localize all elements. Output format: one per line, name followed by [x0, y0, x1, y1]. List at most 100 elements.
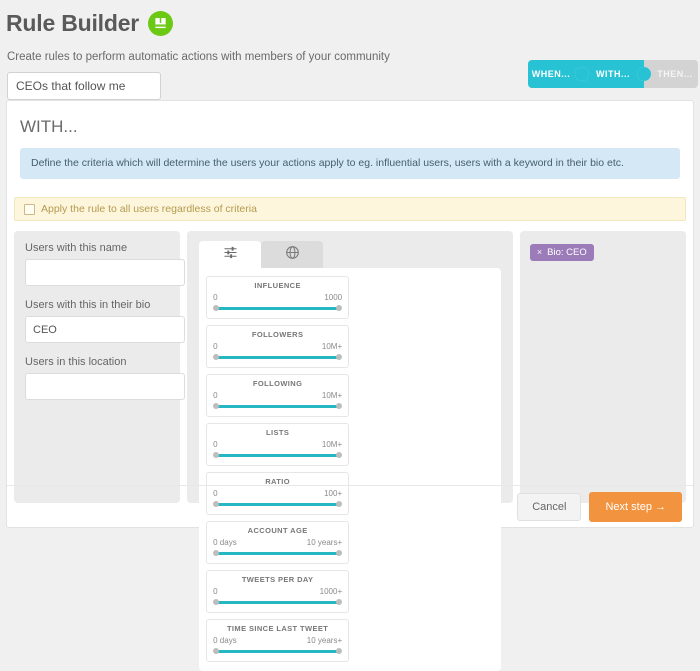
rule-name-input[interactable]: [7, 72, 161, 100]
slider-handle-max[interactable]: [336, 550, 343, 557]
section-title: WITH...: [20, 117, 78, 136]
slider-handle-max[interactable]: [336, 354, 343, 361]
users-name-input[interactable]: [25, 259, 186, 287]
slider-followers-min: 0: [213, 342, 218, 352]
slider-lists[interactable]: LISTS 0 10M+: [206, 423, 350, 467]
slider-following[interactable]: FOLLOWING 0 10M+: [206, 374, 350, 418]
slider-tweets-per-day-range: 0 1000+: [213, 587, 342, 596]
tab-sliders[interactable]: [199, 241, 262, 269]
slider-tweets-per-day-track[interactable]: [213, 598, 343, 606]
sliders-icon: [223, 245, 238, 265]
breadcrumb-step-then[interactable]: THEN...: [637, 60, 698, 88]
slider-followers-track[interactable]: [213, 353, 343, 361]
slider-account-age[interactable]: ACCOUNT AGE 0 days 10 years+: [206, 521, 350, 565]
slider-followers[interactable]: FOLLOWERS 0 10M+: [206, 325, 350, 369]
slider-handle-min[interactable]: [213, 599, 220, 606]
slider-followers-range: 0 10M+: [213, 342, 342, 351]
breadcrumb-step-then-label: THEN...: [657, 69, 693, 79]
users-location-label: Users in this location: [25, 356, 127, 369]
book-icon: [148, 10, 174, 36]
slider-influence-name: INFLUENCE: [254, 281, 301, 291]
metrics-tabs: [199, 241, 513, 269]
tab-location[interactable]: [261, 241, 324, 269]
slider-influence-min: 0: [213, 293, 218, 303]
slider-track-fill: [217, 453, 339, 457]
slider-account-age-name: ACCOUNT AGE: [247, 526, 308, 536]
users-bio-label: Users with this in their bio: [25, 299, 151, 312]
breadcrumb-step-with-label: WITH...: [596, 69, 630, 79]
card-footer: Cancel Next step →: [7, 485, 693, 527]
puzzle-knob-icon: [575, 67, 589, 81]
keyword-criteria-panel: Users with this name Users with this in …: [14, 231, 186, 504]
page-title: Rule Builder: [6, 9, 140, 36]
slider-track-fill: [217, 306, 339, 310]
slider-following-range: 0 10M+: [213, 391, 342, 400]
slider-grid: INFLUENCE 0 1000 FOLLOWERS 0 10M+ FOLLOW…: [199, 268, 501, 671]
slider-time-since-last-tweet-min: 0 days: [213, 636, 237, 646]
cancel-button[interactable]: Cancel: [517, 492, 582, 521]
slider-handle-min[interactable]: [213, 403, 220, 410]
users-location-input[interactable]: [25, 373, 186, 401]
slider-handle-max[interactable]: [336, 648, 343, 655]
slider-handle-min[interactable]: [213, 550, 220, 557]
breadcrumb-step-when[interactable]: WHEN...: [528, 60, 589, 88]
selected-criteria-panel: × Bio: CEO: [519, 231, 686, 504]
apply-all-label: Apply the rule to all users regardless o…: [41, 203, 257, 216]
slider-time-since-last-tweet-name: TIME SINCE LAST TWEET: [226, 624, 329, 634]
slider-handle-min[interactable]: [213, 305, 220, 312]
slider-handle-min[interactable]: [213, 452, 220, 459]
slider-account-age-range: 0 days 10 years+: [213, 538, 342, 547]
slider-account-age-max: 10 years+: [306, 538, 343, 548]
slider-lists-min: 0: [213, 440, 218, 450]
slider-influence-track[interactable]: [213, 304, 343, 312]
criteria-panels: Users with this name Users with this in …: [14, 231, 686, 671]
users-bio-input[interactable]: [25, 316, 186, 344]
users-name-label: Users with this name: [25, 242, 128, 255]
slider-followers-max: 10M+: [321, 342, 343, 352]
slider-time-since-last-tweet-range: 0 days 10 years+: [213, 636, 342, 645]
breadcrumb-step-with[interactable]: WITH...: [575, 60, 651, 88]
slider-time-since-last-tweet-track[interactable]: [213, 647, 343, 655]
slider-lists-max: 10M+: [321, 440, 343, 450]
slider-handle-max[interactable]: [336, 452, 343, 459]
slider-followers-name: FOLLOWERS: [251, 330, 304, 340]
slider-following-max: 10M+: [321, 391, 343, 401]
slider-influence-range: 0 1000: [213, 293, 342, 302]
slider-lists-range: 0 10M+: [213, 440, 342, 449]
apply-all-checkbox[interactable]: [24, 203, 35, 215]
slider-handle-min[interactable]: [213, 354, 220, 361]
slider-time-since-last-tweet[interactable]: TIME SINCE LAST TWEET 0 days 10 years+: [206, 619, 350, 663]
slider-time-since-last-tweet-max: 10 years+: [306, 636, 343, 646]
slider-following-track[interactable]: [213, 402, 343, 410]
slider-handle-max[interactable]: [336, 599, 343, 606]
slider-influence[interactable]: INFLUENCE 0 1000: [206, 276, 350, 320]
puzzle-knob-icon: [637, 67, 651, 81]
slider-lists-track[interactable]: [213, 451, 343, 459]
slider-handle-max[interactable]: [336, 305, 343, 312]
slider-handle-max[interactable]: [336, 403, 343, 410]
slider-tweets-per-day[interactable]: TWEETS PER DAY 0 1000+: [206, 570, 350, 614]
apply-all-banner[interactable]: Apply the rule to all users regardless o…: [14, 197, 686, 222]
slider-following-min: 0: [213, 391, 218, 401]
slider-track-fill: [217, 551, 339, 555]
slider-influence-max: 1000: [324, 293, 343, 303]
slider-track-fill: [217, 355, 339, 359]
main-card: WITH... Define the criteria which will d…: [6, 100, 694, 671]
breadcrumb-step-when-label: WHEN...: [531, 69, 571, 79]
next-step-button[interactable]: Next step →: [589, 491, 682, 522]
slider-following-name: FOLLOWING: [252, 379, 303, 389]
slider-tweets-per-day-min: 0: [213, 587, 218, 597]
remove-icon[interactable]: ×: [537, 248, 542, 257]
slider-track-fill: [217, 404, 339, 408]
slider-account-age-track[interactable]: [213, 549, 343, 557]
criteria-tag-bio-label: Bio: CEO: [547, 247, 587, 259]
metrics-panel: INFLUENCE 0 1000 FOLLOWERS 0 10M+ FOLLOW…: [187, 231, 513, 671]
slider-lists-name: LISTS: [265, 428, 290, 438]
breadcrumb: WHEN... WITH... THEN...: [528, 60, 698, 88]
slider-tweets-per-day-name: TWEETS PER DAY: [241, 575, 314, 585]
slider-handle-min[interactable]: [213, 648, 220, 655]
info-banner: Define the criteria which will determine…: [20, 148, 680, 180]
criteria-tag-bio[interactable]: × Bio: CEO: [529, 244, 594, 262]
title-row: Rule Builder: [6, 8, 700, 38]
slider-track-fill: [217, 600, 339, 604]
